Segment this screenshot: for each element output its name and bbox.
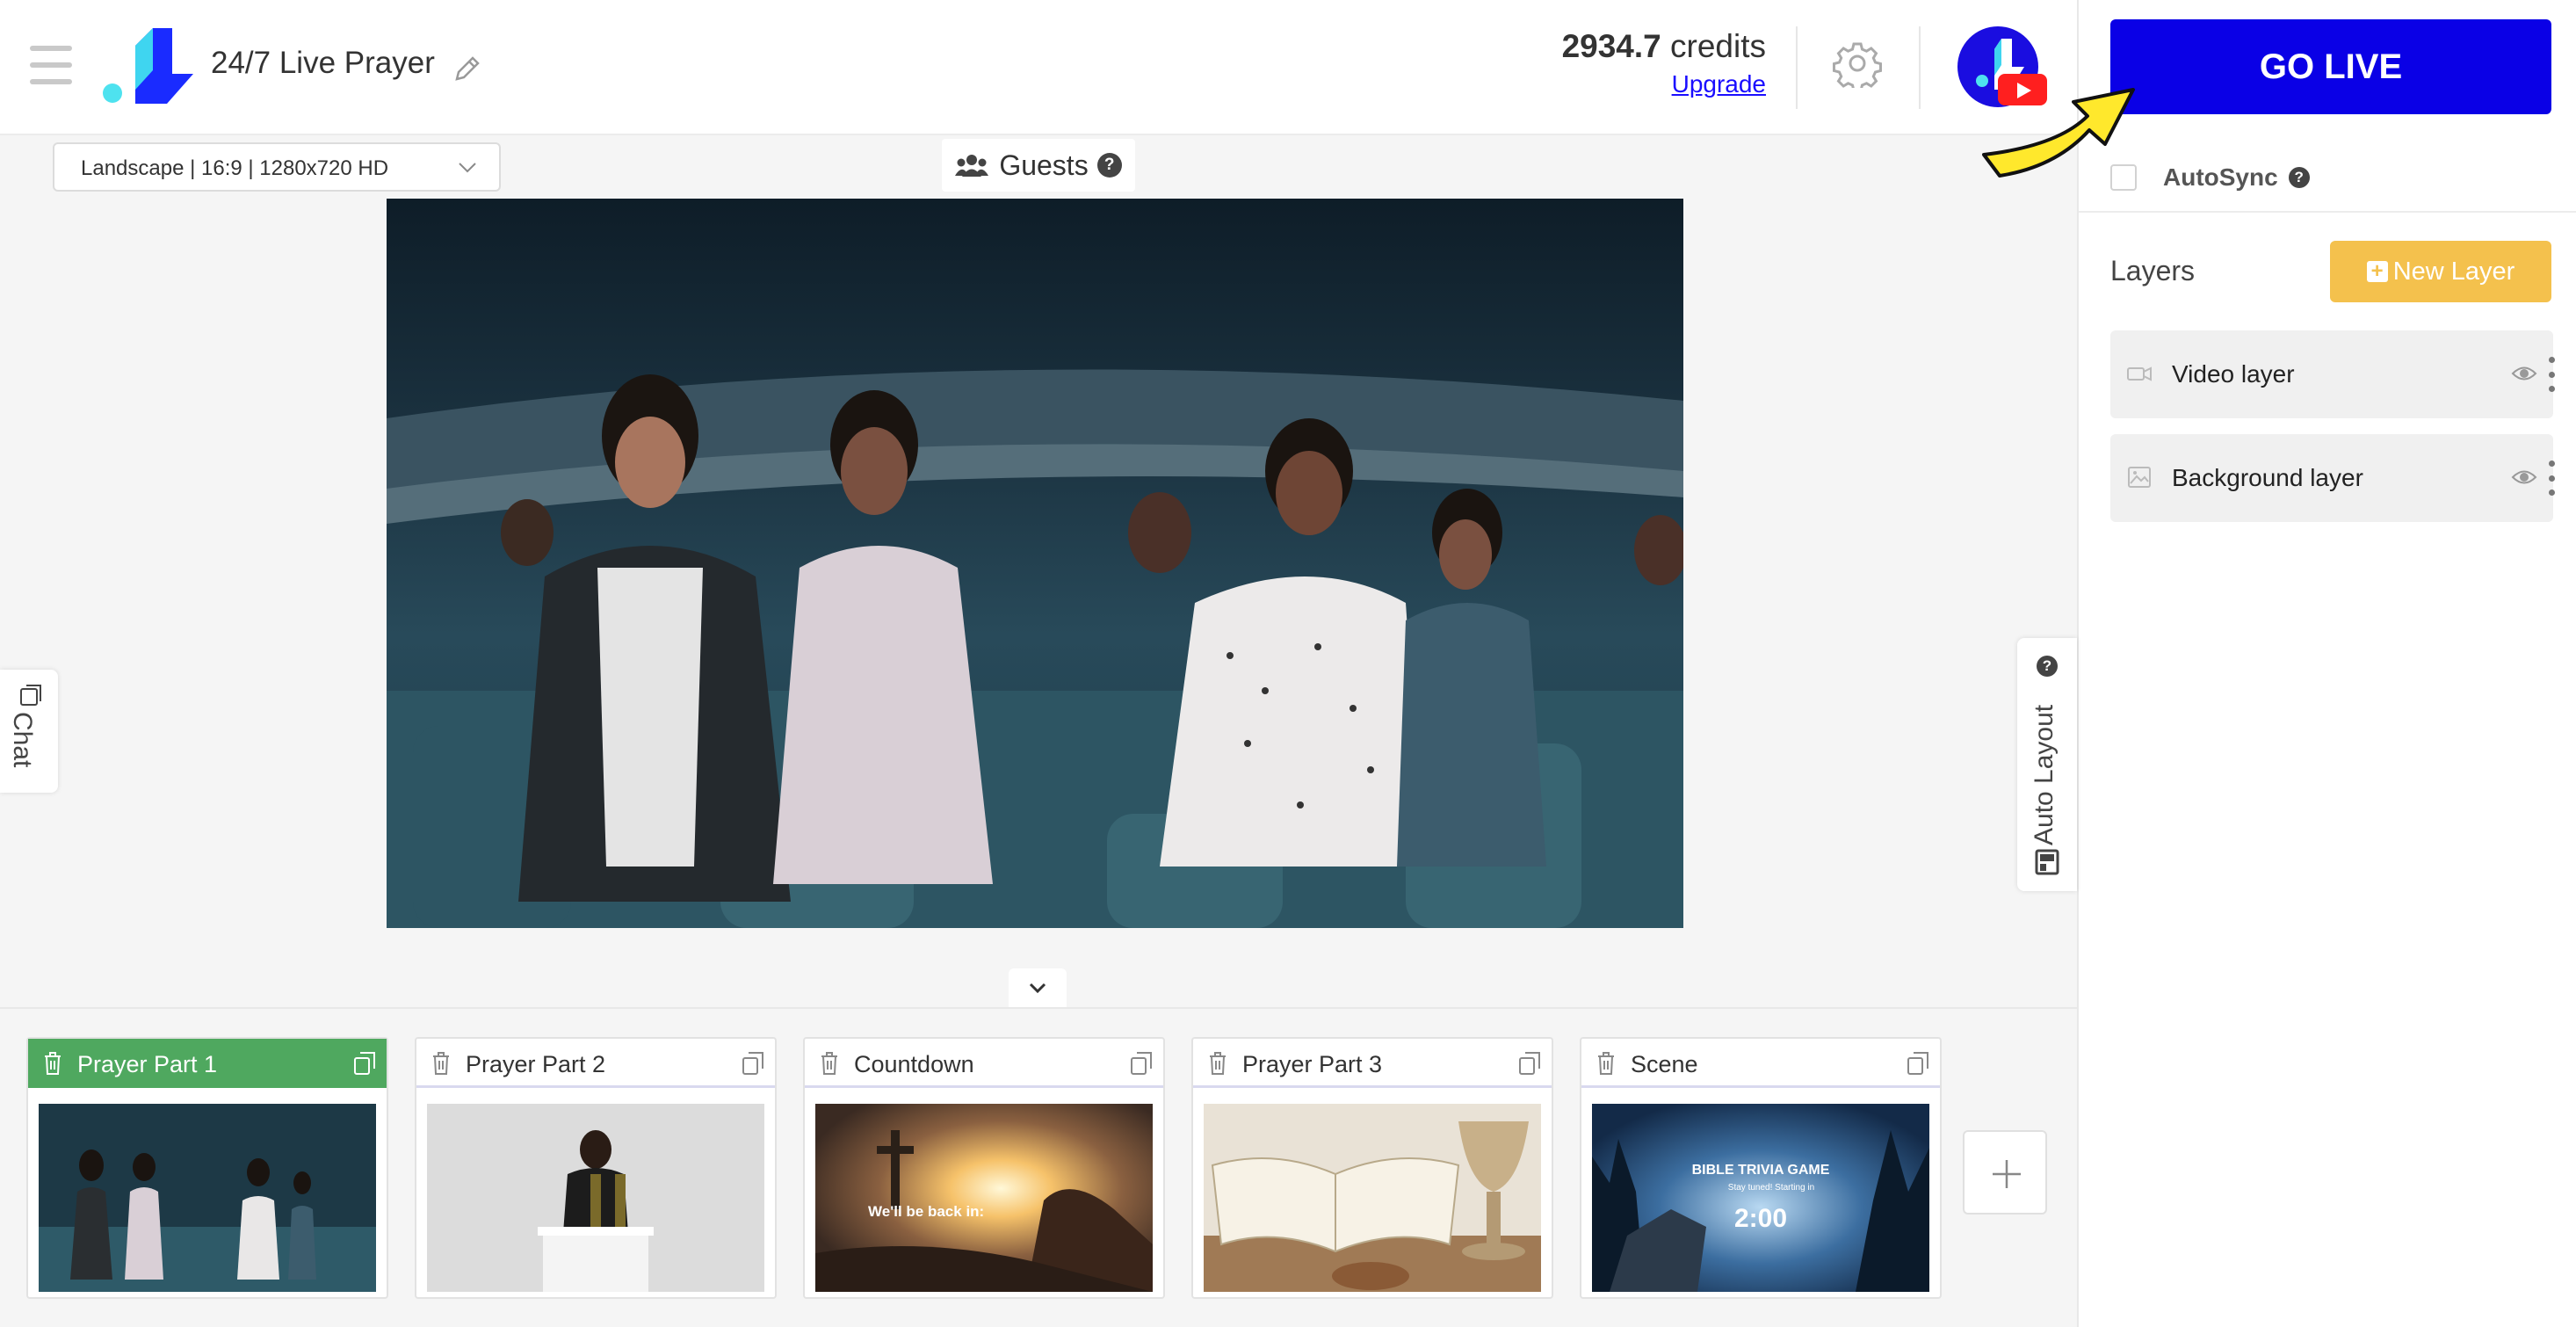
countdown-thumb-text: We'll be back in:: [868, 1203, 984, 1220]
plus-icon: +: [2366, 261, 2388, 282]
layer-name: Background layer: [2172, 464, 2363, 491]
upgrade-link[interactable]: Upgrade: [1672, 70, 1766, 98]
resolution-select[interactable]: Landscape | 16:9 | 1280x720 HD: [53, 142, 501, 192]
guests-button[interactable]: Guests ?: [942, 139, 1135, 192]
autosync-label: AutoSync: [2163, 163, 2278, 191]
divider: [1919, 26, 1921, 109]
trash-icon[interactable]: [819, 1051, 840, 1076]
worship-video-frame: [387, 199, 1683, 928]
divider: [1796, 26, 1798, 109]
help-icon[interactable]: ?: [1096, 153, 1122, 178]
eye-icon[interactable]: [2511, 362, 2537, 385]
layer-name: Video layer: [2172, 360, 2295, 388]
chevron-down-icon: [459, 163, 476, 173]
stream-preview: [387, 199, 1683, 928]
project-title: 24/7 Live Prayer: [211, 46, 435, 80]
scene-header: Prayer Part 3: [1193, 1039, 1552, 1088]
layers-title: Layers: [2110, 255, 2196, 286]
credits-value: 2934.7: [1561, 28, 1661, 64]
scene-card[interactable]: Prayer Part 3: [1191, 1037, 1553, 1299]
scene-thumbnail: We'll be back in:: [815, 1104, 1153, 1292]
trash-icon[interactable]: [1596, 1051, 1617, 1076]
trash-icon[interactable]: [431, 1051, 452, 1076]
scene-header: Countdown: [805, 1039, 1163, 1088]
scene-header: Prayer Part 2: [416, 1039, 775, 1088]
trash-icon[interactable]: [42, 1051, 63, 1076]
copy-icon[interactable]: [742, 1051, 764, 1076]
trash-icon[interactable]: [1207, 1051, 1228, 1076]
credits-unit: credits: [1670, 28, 1766, 64]
eye-icon[interactable]: [2511, 466, 2537, 489]
more-options-icon[interactable]: [2548, 460, 2555, 496]
resolution-value: Landscape | 16:9 | 1280x720 HD: [81, 156, 389, 180]
trivia-thumb-sub: Stay tuned! Starting in: [1728, 1183, 1814, 1193]
scene-thumbnail: BIBLE TRIVIA GAME Stay tuned! Starting i…: [1592, 1104, 1929, 1292]
scene-strip: Prayer Part 1 Prayer Part 2 Countdown We…: [0, 1007, 2077, 1327]
scene-card[interactable]: Prayer Part 1: [26, 1037, 388, 1299]
auto-layout-tab[interactable]: ? Auto Layout: [2017, 638, 2077, 891]
chat-icon: [20, 685, 41, 706]
scene-card[interactable]: Prayer Part 2: [415, 1037, 777, 1299]
scene-thumbnail: [1204, 1104, 1541, 1292]
image-icon: [2128, 467, 2151, 488]
layout-icon: [2035, 849, 2059, 875]
auto-layout-label: Auto Layout: [2030, 704, 2059, 845]
collapse-scenes-button[interactable]: [1009, 968, 1067, 1009]
credits-display: 2934.7 credits Upgrade: [1562, 28, 1766, 98]
pencil-icon[interactable]: [450, 51, 485, 86]
scene-name: Scene: [1631, 1051, 1698, 1077]
top-bar: 24/7 Live Prayer 2934.7 credits Upgrade: [0, 0, 2077, 135]
layer-item-background[interactable]: Background layer: [2110, 434, 2555, 522]
copy-icon[interactable]: [1907, 1051, 1929, 1076]
scene-thumbnail: [39, 1104, 376, 1292]
new-layer-button[interactable]: + New Layer: [2330, 241, 2551, 302]
scene-thumbnail: [427, 1104, 764, 1292]
users-icon: [955, 155, 989, 177]
scene-name: Prayer Part 2: [466, 1051, 606, 1077]
scene-name: Prayer Part 3: [1242, 1051, 1383, 1077]
help-icon[interactable]: ?: [2037, 656, 2058, 677]
right-panel: GO LIVE AutoSync ? Layers + New Layer Vi…: [2077, 0, 2576, 1327]
scene-header: Scene: [1581, 1039, 1940, 1088]
copy-icon[interactable]: [1518, 1051, 1541, 1076]
gear-icon[interactable]: [1833, 39, 1882, 88]
copy-icon[interactable]: [353, 1051, 376, 1076]
menu-icon[interactable]: [30, 46, 72, 84]
pointer-arrow-icon: [1982, 88, 2135, 178]
plus-icon: [1993, 1160, 2021, 1188]
copy-icon[interactable]: [1130, 1051, 1153, 1076]
new-layer-label: New Layer: [2392, 257, 2515, 286]
scene-header: Prayer Part 1: [28, 1039, 387, 1088]
go-live-button[interactable]: GO LIVE: [2110, 19, 2551, 114]
scene-name: Prayer Part 1: [77, 1051, 218, 1077]
add-scene-button[interactable]: [1963, 1130, 2047, 1215]
scene-name: Countdown: [854, 1051, 974, 1077]
help-icon[interactable]: ?: [2288, 167, 2310, 188]
scene-card[interactable]: Scene BIBLE TRIVIA GAME Stay tuned! Star…: [1580, 1037, 1942, 1299]
app-logo: [103, 28, 193, 104]
chat-tab[interactable]: Chat: [0, 670, 58, 793]
scene-card[interactable]: Countdown We'll be back in:: [803, 1037, 1165, 1299]
divider: [2079, 211, 2576, 213]
layer-item-video[interactable]: Video layer: [2110, 330, 2555, 418]
trivia-thumb-time: 2:00: [1734, 1204, 1787, 1233]
chevron-down-icon: [1029, 983, 1046, 994]
more-options-icon[interactable]: [2548, 357, 2555, 392]
video-camera-icon: [2127, 366, 2152, 381]
guests-label: Guests: [999, 149, 1089, 181]
chat-label: Chat: [8, 712, 37, 768]
trivia-thumb-title: BIBLE TRIVIA GAME: [1692, 1163, 1830, 1178]
